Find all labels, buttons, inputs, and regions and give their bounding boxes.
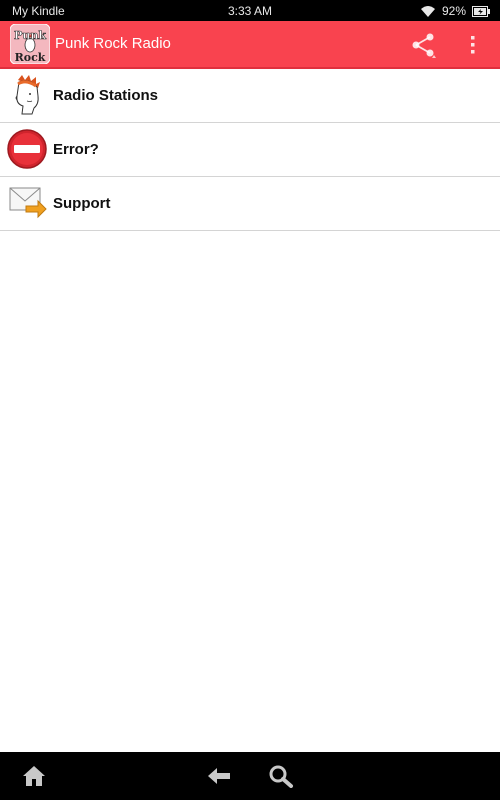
mohawk-punk-icon — [6, 74, 48, 116]
menu-item-support[interactable]: Support — [0, 177, 500, 231]
status-bar: My Kindle 3:33 AM 92% — [0, 0, 500, 21]
search-button[interactable] — [268, 764, 294, 788]
menu-item-label: Error? — [53, 141, 99, 158]
app-title: Punk Rock Radio — [55, 35, 171, 52]
back-icon — [208, 768, 230, 784]
app-logo-word-2: Rock — [15, 51, 46, 64]
menu-item-label: Radio Stations — [53, 87, 159, 104]
overflow-menu-icon — [471, 36, 475, 54]
status-indicators: 92% — [420, 3, 490, 19]
envelope-forward-icon — [6, 182, 48, 224]
home-icon — [23, 766, 45, 786]
app-logo-word-1: Punk — [14, 29, 46, 42]
search-icon — [269, 765, 293, 788]
home-button[interactable] — [21, 764, 47, 788]
menu-item-label: Support — [53, 195, 111, 212]
overflow-menu-button[interactable] — [462, 31, 484, 59]
battery-icon — [472, 5, 490, 17]
system-nav-bar — [0, 752, 500, 800]
no-entry-icon — [6, 128, 48, 170]
share-button[interactable] — [408, 31, 438, 59]
back-button[interactable] — [206, 764, 232, 788]
main-menu-list: Radio Stations Error? Support — [0, 69, 500, 231]
battery-percent: 92% — [441, 4, 466, 18]
wifi-icon — [420, 5, 436, 18]
menu-item-radio-stations[interactable]: Radio Stations — [0, 69, 500, 123]
app-logo-icon[interactable]: Punk Rock — [9, 23, 51, 65]
share-icon — [412, 33, 436, 58]
action-bar: Punk Rock Punk Rock Radio — [0, 21, 500, 69]
menu-item-error[interactable]: Error? — [0, 123, 500, 177]
